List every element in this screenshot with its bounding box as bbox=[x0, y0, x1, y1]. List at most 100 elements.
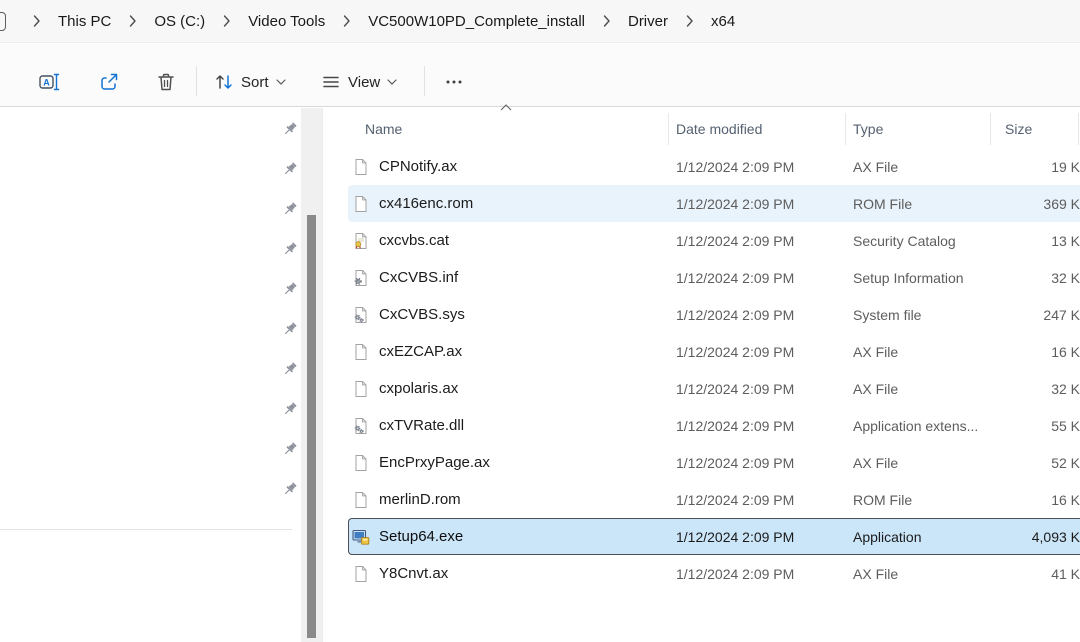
file-name: Y8Cnvt.ax bbox=[379, 565, 448, 582]
column-header-date-modified[interactable]: Date modified bbox=[668, 121, 845, 137]
delete-icon bbox=[155, 71, 177, 93]
file-name-cell: cxpolaris.ax bbox=[348, 380, 668, 398]
file-row[interactable]: cxcvbs.cat1/12/2024 2:09 PMSecurity Cata… bbox=[348, 222, 1080, 259]
chevron-down-icon bbox=[387, 79, 397, 85]
sort-label: Sort bbox=[241, 74, 269, 91]
file-size: 4,093 K bbox=[990, 529, 1080, 545]
file-name-cell: cx416enc.rom bbox=[348, 195, 668, 213]
breadcrumb-item[interactable]: Driver bbox=[619, 10, 677, 33]
file-name-cell: CxCVBS.sys bbox=[348, 306, 668, 324]
pushpin-icon[interactable] bbox=[281, 441, 299, 459]
rename-icon: A bbox=[38, 71, 60, 93]
share-button[interactable] bbox=[92, 65, 126, 99]
file-row[interactable]: CPNotify.ax1/12/2024 2:09 PMAX File19 K bbox=[348, 148, 1080, 185]
file-size: 32 K bbox=[990, 381, 1080, 397]
svg-text:A: A bbox=[43, 78, 50, 88]
column-separator[interactable] bbox=[845, 113, 846, 145]
file-name: EncPrxyPage.ax bbox=[379, 454, 490, 471]
view-button[interactable]: View bbox=[315, 65, 403, 99]
file-name-cell: cxTVRate.dll bbox=[348, 417, 668, 435]
file-row[interactable]: cxEZCAP.ax1/12/2024 2:09 PMAX File16 K bbox=[348, 333, 1080, 370]
document-icon bbox=[352, 454, 370, 472]
chevron-right-icon bbox=[677, 15, 702, 27]
file-row[interactable]: CxCVBS.inf1/12/2024 2:09 PMSetup Informa… bbox=[348, 259, 1080, 296]
document-icon bbox=[352, 380, 370, 398]
file-name: cxcvbs.cat bbox=[379, 232, 449, 249]
breadcrumb-item[interactable]: Video Tools bbox=[239, 10, 334, 33]
rename-button[interactable]: A bbox=[32, 65, 66, 99]
file-date-modified: 1/12/2024 2:09 PM bbox=[668, 381, 845, 397]
more-options-icon bbox=[443, 71, 465, 93]
scrollbar-thumb[interactable] bbox=[307, 215, 316, 638]
column-header-name[interactable]: Name bbox=[348, 121, 668, 137]
navigation-divider bbox=[0, 529, 292, 530]
file-type: System file bbox=[845, 307, 990, 323]
column-separator[interactable] bbox=[990, 113, 991, 145]
breadcrumb-item[interactable]: x64 bbox=[702, 10, 744, 33]
column-separator[interactable] bbox=[1078, 113, 1079, 145]
pushpin-icon[interactable] bbox=[281, 481, 299, 499]
file-name: Setup64.exe bbox=[379, 528, 463, 545]
navigation-scrollbar[interactable] bbox=[301, 108, 322, 642]
delete-button[interactable] bbox=[149, 65, 183, 99]
pushpin-icon[interactable] bbox=[281, 201, 299, 219]
chevron-right-icon bbox=[334, 15, 359, 27]
share-icon bbox=[98, 71, 120, 93]
file-name: merlinD.rom bbox=[379, 491, 461, 508]
file-row[interactable]: Setup64.exe1/12/2024 2:09 PMApplication4… bbox=[348, 518, 1080, 555]
file-type: AX File bbox=[845, 159, 990, 175]
file-list: CPNotify.ax1/12/2024 2:09 PMAX File19 Kc… bbox=[348, 148, 1080, 592]
file-name-cell: CPNotify.ax bbox=[348, 158, 668, 176]
toolbar-separator bbox=[424, 66, 425, 96]
pushpin-icon[interactable] bbox=[281, 281, 299, 299]
pushpin-icon[interactable] bbox=[281, 161, 299, 179]
file-size: 32 K bbox=[990, 270, 1080, 286]
file-size: 16 K bbox=[990, 492, 1080, 508]
breadcrumb-item[interactable]: OS (C:) bbox=[145, 10, 214, 33]
file-date-modified: 1/12/2024 2:09 PM bbox=[668, 159, 845, 175]
file-row[interactable]: merlinD.rom1/12/2024 2:09 PMROM File16 K bbox=[348, 481, 1080, 518]
navigation-pane bbox=[0, 108, 301, 642]
chevron-right-icon bbox=[120, 15, 145, 27]
file-row[interactable]: cx416enc.rom1/12/2024 2:09 PMROM File369… bbox=[348, 185, 1080, 222]
more-options-button[interactable] bbox=[437, 65, 471, 99]
file-size: 369 K bbox=[990, 196, 1080, 212]
file-name-cell: merlinD.rom bbox=[348, 491, 668, 509]
breadcrumb-item[interactable]: VC500W10PD_Complete_install bbox=[359, 10, 594, 33]
file-size: 13 K bbox=[990, 233, 1080, 249]
pushpin-icon[interactable] bbox=[281, 401, 299, 419]
file-name: CxCVBS.inf bbox=[379, 269, 458, 286]
column-header-size[interactable]: Size bbox=[990, 121, 1080, 137]
column-header-type[interactable]: Type bbox=[845, 121, 990, 137]
sort-button[interactable]: Sort bbox=[208, 65, 292, 99]
file-date-modified: 1/12/2024 2:09 PM bbox=[668, 455, 845, 471]
pushpin-icon[interactable] bbox=[281, 361, 299, 379]
chevron-right-icon bbox=[594, 15, 619, 27]
file-name-cell: Setup64.exe bbox=[348, 528, 668, 546]
file-type: AX File bbox=[845, 381, 990, 397]
file-row[interactable]: cxpolaris.ax 1/12/2024 2:09 PMAX File32 K bbox=[348, 370, 1080, 407]
address-bar: This PC OS (C:) Video Tools VC500W10PD_Comp… bbox=[0, 0, 1080, 43]
file-type: Security Catalog bbox=[845, 233, 990, 249]
file-date-modified: 1/12/2024 2:09 PM bbox=[668, 418, 845, 434]
file-name-cell: EncPrxyPage.ax bbox=[348, 454, 668, 472]
pushpin-icon[interactable] bbox=[281, 121, 299, 139]
file-name: CxCVBS.sys bbox=[379, 306, 465, 323]
pushpin-icon[interactable] bbox=[281, 321, 299, 339]
document-icon bbox=[352, 343, 370, 361]
file-type: Setup Information bbox=[845, 270, 990, 286]
file-name: cxpolaris.ax bbox=[379, 380, 458, 397]
document-icon bbox=[352, 565, 370, 583]
pushpin-icon[interactable] bbox=[281, 241, 299, 259]
file-row[interactable]: cxTVRate.dll1/12/2024 2:09 PMApplication… bbox=[348, 407, 1080, 444]
file-row[interactable]: CxCVBS.sys1/12/2024 2:09 PMSystem file24… bbox=[348, 296, 1080, 333]
breadcrumb-item[interactable]: This PC bbox=[49, 10, 120, 33]
setup-information-icon bbox=[352, 269, 370, 287]
column-separator[interactable] bbox=[668, 113, 669, 145]
file-type: ROM File bbox=[845, 492, 990, 508]
file-size: 16 K bbox=[990, 344, 1080, 360]
file-row[interactable]: Y8Cnvt.ax1/12/2024 2:09 PMAX File41 K bbox=[348, 555, 1080, 592]
file-row[interactable]: EncPrxyPage.ax1/12/2024 2:09 PMAX File52… bbox=[348, 444, 1080, 481]
sort-arrows-icon bbox=[214, 72, 234, 92]
file-date-modified: 1/12/2024 2:09 PM bbox=[668, 307, 845, 323]
